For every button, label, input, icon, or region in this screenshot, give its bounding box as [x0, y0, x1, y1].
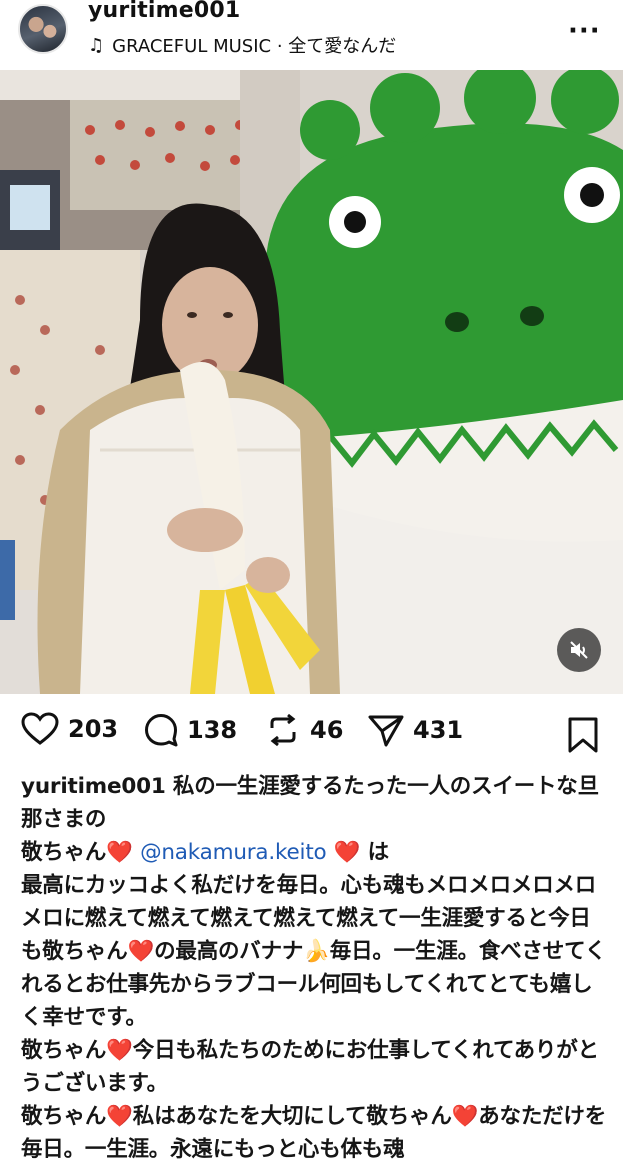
- avatar[interactable]: [18, 4, 68, 54]
- likes-count: 203: [68, 715, 119, 743]
- caption-name: 敬ちゃん: [21, 1038, 107, 1063]
- shares-count: 431: [413, 716, 464, 744]
- music-note-icon: ♫: [88, 34, 105, 56]
- send-icon: [368, 715, 404, 747]
- mention-link[interactable]: @nakamura.keito: [140, 840, 327, 865]
- banana-emoji: 🍌: [303, 939, 330, 964]
- post-username[interactable]: yuritime001: [88, 0, 240, 23]
- heart-emoji: ❤️: [106, 1104, 133, 1129]
- repost-icon: [270, 713, 296, 747]
- post-caption: yuritime001 私の一生涯愛するたった一人のスイートな旦那さまの 敬ちゃ…: [21, 770, 611, 1166]
- heart-emoji: ❤️: [333, 840, 361, 865]
- heart-emoji: ❤️: [106, 1038, 133, 1063]
- like-action[interactable]: 203: [20, 712, 118, 746]
- heart-emoji: ❤️: [106, 840, 133, 865]
- bookmark-icon[interactable]: [566, 716, 600, 754]
- photo-illustration: [0, 70, 623, 694]
- heart-emoji: ❤️: [127, 939, 155, 964]
- comment-icon: [145, 714, 178, 747]
- comment-action[interactable]: 138: [143, 712, 237, 748]
- post-header: yuritime001 ♫ GRACEFUL MUSIC · 全て愛なんだ ··…: [0, 0, 623, 70]
- music-label: GRACEFUL MUSIC · 全て愛なんだ: [112, 36, 397, 57]
- share-action[interactable]: 431: [367, 712, 463, 748]
- caption-text: の最高のバナナ: [154, 939, 304, 964]
- comments-count: 138: [187, 716, 238, 744]
- music-info[interactable]: ♫ GRACEFUL MUSIC · 全て愛なんだ: [88, 32, 396, 58]
- caption-name: 敬ちゃん: [21, 840, 107, 865]
- more-options-icon[interactable]: ···: [568, 16, 601, 46]
- post-photo[interactable]: [0, 70, 623, 694]
- heart-icon: [21, 712, 59, 745]
- speaker-muted-icon[interactable]: [557, 628, 601, 672]
- caption-text: は: [360, 840, 390, 865]
- heart-emoji: ❤️: [451, 1104, 479, 1129]
- repost-action[interactable]: 46: [264, 712, 343, 748]
- caption-text: 私はあなたを大切にして敬ちゃん: [132, 1104, 452, 1129]
- reposts-count: 46: [310, 716, 344, 744]
- caption-username[interactable]: yuritime001: [21, 774, 166, 799]
- caption-name: 敬ちゃん: [21, 1104, 107, 1129]
- action-bar: 203 138 46 431: [0, 706, 623, 762]
